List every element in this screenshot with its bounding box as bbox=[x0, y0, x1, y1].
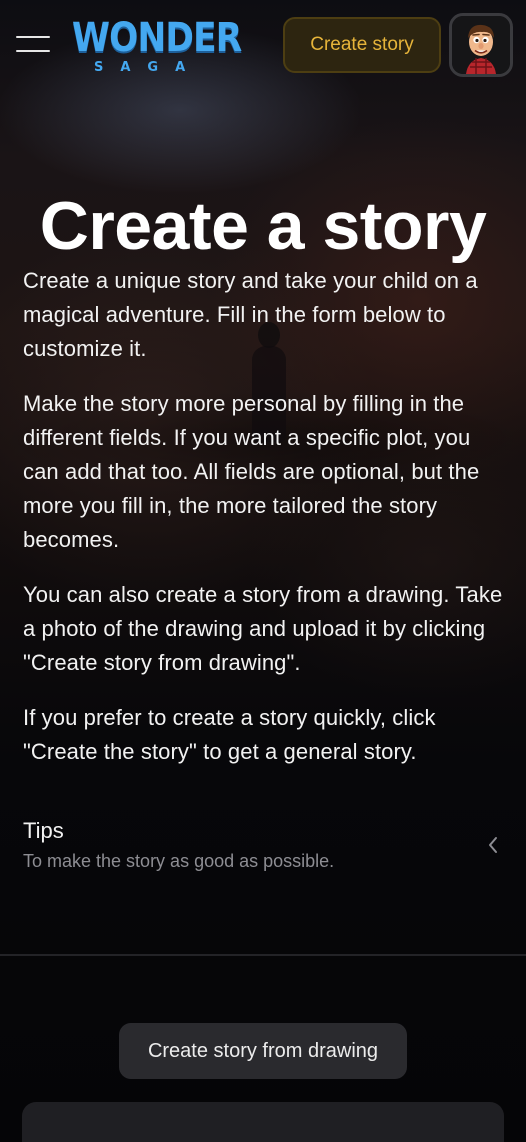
cartoon-avatar-icon[interactable] bbox=[449, 13, 513, 77]
intro-text: Create a unique story and take your chil… bbox=[23, 264, 509, 790]
intro-paragraph: Make the story more personal by filling … bbox=[23, 391, 480, 552]
tips-title: Tips bbox=[23, 818, 64, 843]
create-story-button[interactable]: Create story bbox=[283, 17, 441, 73]
section-divider bbox=[0, 954, 526, 956]
top-bar: WONDER SAGA Create story bbox=[0, 0, 526, 90]
tips-subtitle: To make the story as good as possible. bbox=[23, 851, 335, 871]
menu-line bbox=[16, 50, 50, 52]
logo-subtitle: SAGA bbox=[94, 60, 203, 75]
hamburger-menu-icon[interactable] bbox=[16, 36, 50, 54]
tips-accordion[interactable]: Tips To make the story as good as possib… bbox=[0, 812, 526, 882]
intro-paragraph: Create a unique story and take your chil… bbox=[23, 268, 478, 361]
intro-paragraph: If you prefer to create a story quickly,… bbox=[23, 705, 436, 764]
avatar-illustration bbox=[452, 16, 510, 74]
wondersaga-logo[interactable]: WONDER SAGA bbox=[72, 14, 242, 78]
chevron-left-icon bbox=[489, 837, 497, 853]
logo-wordmark: WONDER bbox=[72, 15, 242, 61]
story-form-card bbox=[22, 1102, 504, 1142]
intro-paragraph: You can also create a story from a drawi… bbox=[23, 582, 503, 675]
create-story-from-drawing-button[interactable]: Create story from drawing bbox=[119, 1023, 407, 1079]
menu-line bbox=[16, 36, 50, 38]
page-title: Create a story bbox=[39, 187, 487, 264]
